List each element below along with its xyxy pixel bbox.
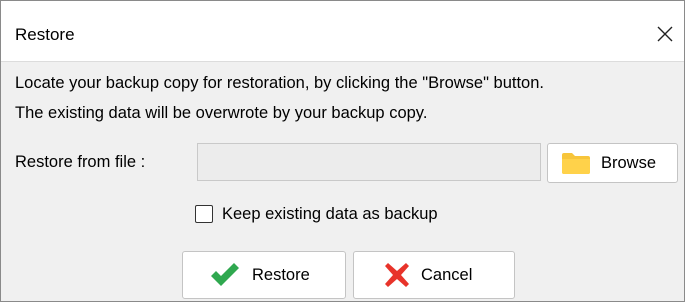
- title-bar: Restore: [1, 1, 684, 62]
- cancel-button-label: Cancel: [421, 265, 473, 284]
- restore-button-label: Restore: [252, 265, 310, 284]
- browse-button-label: Browse: [601, 153, 657, 172]
- restore-button[interactable]: Restore: [182, 251, 346, 299]
- browse-button[interactable]: Browse: [547, 143, 678, 183]
- checkmark-icon: [209, 262, 241, 288]
- restore-dialog: Restore Locate your backup copy for rest…: [0, 0, 685, 302]
- close-icon: [657, 26, 673, 42]
- keep-backup-label: Keep existing data as backup: [222, 205, 438, 223]
- instruction-text-2: The existing data will be overwrote by y…: [15, 104, 428, 122]
- cancel-button[interactable]: Cancel: [353, 251, 515, 299]
- folder-icon: [561, 151, 591, 175]
- dialog-title: Restore: [15, 25, 75, 44]
- instruction-text-1: Locate your backup copy for restoration,…: [15, 74, 544, 92]
- keep-backup-option[interactable]: Keep existing data as backup: [195, 204, 438, 224]
- keep-backup-checkbox[interactable]: [195, 205, 213, 223]
- restore-file-label: Restore from file :: [15, 153, 146, 171]
- x-icon: [384, 262, 410, 288]
- restore-file-input[interactable]: [197, 143, 541, 181]
- close-button[interactable]: [650, 19, 680, 49]
